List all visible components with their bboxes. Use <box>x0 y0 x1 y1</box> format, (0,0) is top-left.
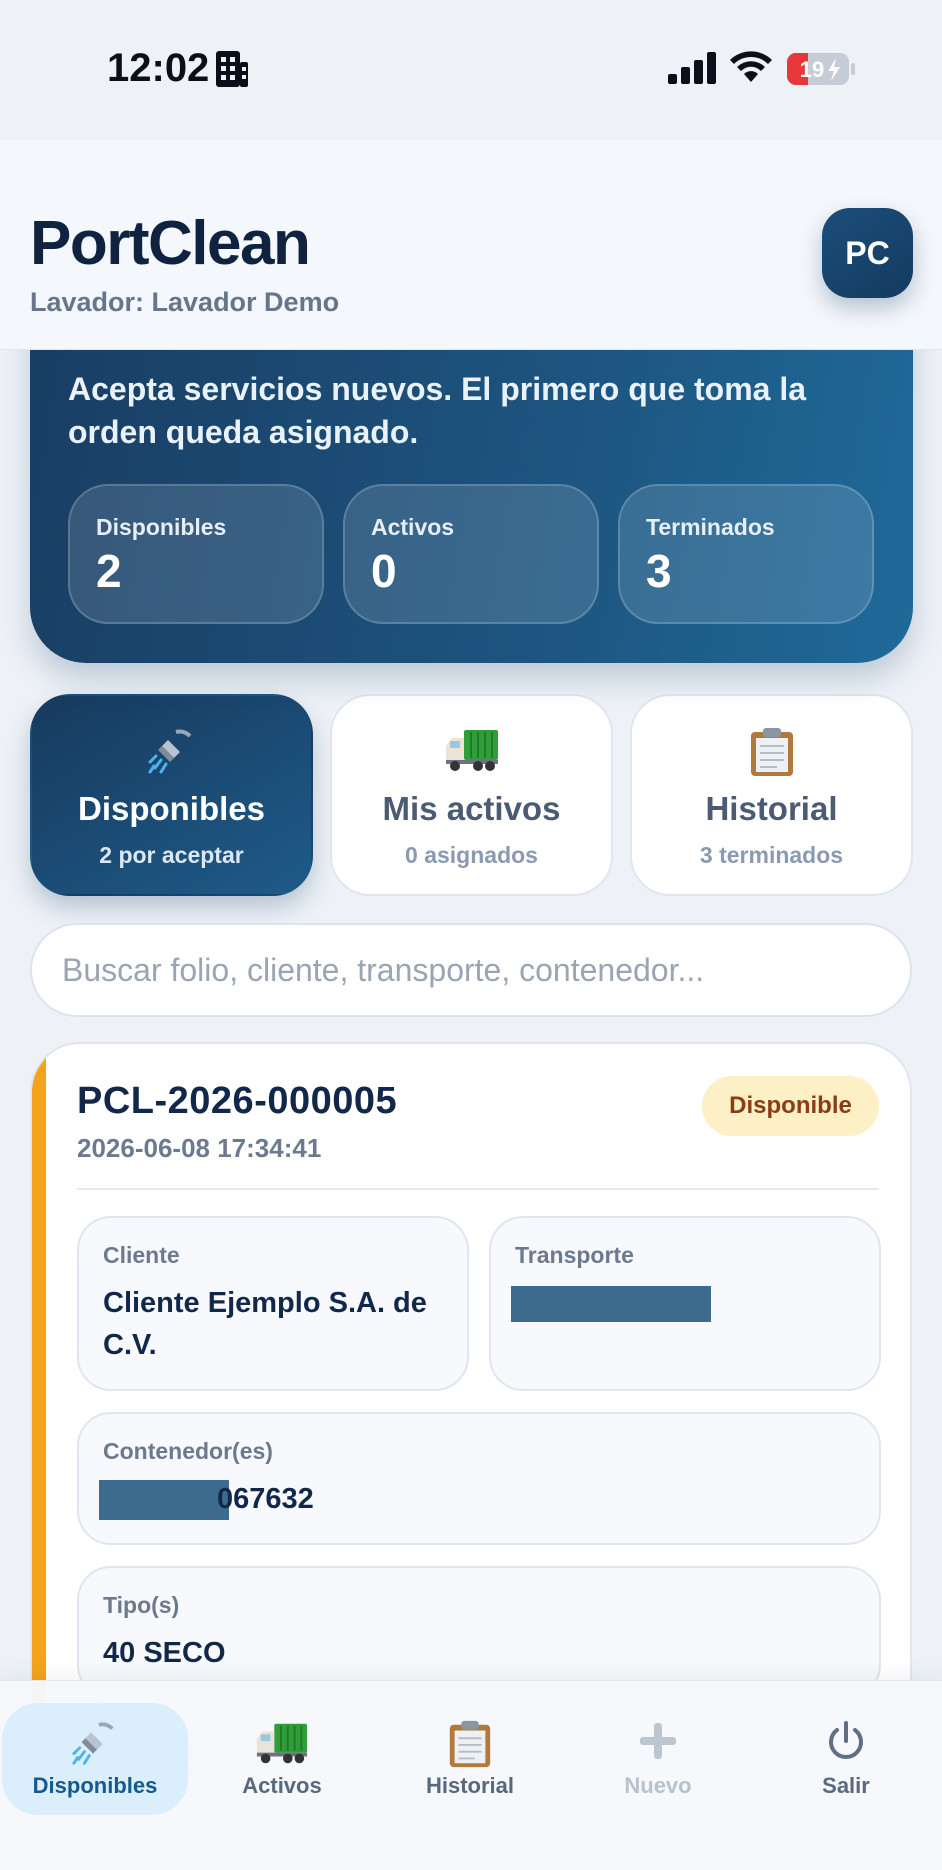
signal-icon <box>668 52 716 84</box>
shower-icon <box>148 729 191 774</box>
status-bar: 12:02 19 <box>0 0 942 140</box>
battery-icon: 19 <box>787 53 855 85</box>
order-date: 2026-06-08 17:34:41 <box>77 1133 322 1163</box>
user-subtitle: Lavador: Lavador Demo <box>30 287 340 317</box>
redacted-block <box>511 1286 711 1323</box>
nav-historial[interactable]: Historial <box>377 1703 563 1815</box>
stat-disponibles: Disponibles 2 <box>68 484 324 624</box>
status-accent-bar <box>32 1044 46 1760</box>
tab-title: Disponibles <box>77 790 266 827</box>
order-folio: PCL-2026-000005 <box>77 1080 398 1122</box>
nav-activos[interactable]: Activos <box>189 1703 375 1815</box>
stat-value: 0 <box>371 545 397 597</box>
clipboard-icon <box>449 1720 491 1768</box>
power-icon <box>829 1721 863 1759</box>
tab-subtitle: 2 por aceptar <box>99 842 244 868</box>
container-number-suffix: 067632 <box>217 1483 314 1515</box>
stat-activos: Activos 0 <box>343 484 599 624</box>
field-label: Cliente <box>103 1242 180 1268</box>
tab-subtitle: 3 terminados <box>699 842 844 868</box>
stat-terminados: Terminados 3 <box>618 484 874 624</box>
field-value: 067632 <box>99 1478 859 1521</box>
tab-title: Mis activos <box>382 790 561 827</box>
field-label: Transporte <box>515 1242 634 1268</box>
nav-nuevo[interactable]: Nuevo <box>565 1703 751 1815</box>
stat-label: Disponibles <box>96 514 227 540</box>
truck-icon <box>256 1723 308 1764</box>
divider <box>77 1188 879 1190</box>
field-value: Cliente Ejemplo S.A. de C.V. <box>103 1287 427 1361</box>
building-icon <box>216 51 248 87</box>
stat-label: Activos <box>371 514 455 540</box>
nav-label: Historial <box>425 1773 515 1798</box>
status-time: 12:02 <box>107 46 210 90</box>
field-label: Tipo(s) <box>103 1592 180 1618</box>
app-title: PortClean <box>30 209 311 278</box>
stat-label: Terminados <box>646 514 775 540</box>
nav-salir[interactable]: Salir <box>753 1703 939 1815</box>
status-badge: Disponible <box>702 1076 879 1136</box>
wifi-icon <box>730 51 772 82</box>
field-label: Contenedor(es) <box>103 1438 273 1464</box>
avatar[interactable]: PC <box>822 208 913 298</box>
shower-icon <box>72 1722 114 1765</box>
field-value: 40 SECO <box>103 1637 226 1669</box>
nav-disponibles[interactable]: Disponibles <box>2 1703 188 1815</box>
clipboard-icon <box>750 728 793 776</box>
field-value-redacted <box>511 1282 859 1324</box>
order-card[interactable]: PCL-2026-000005 2026-06-08 17:34:41 Disp… <box>30 1042 912 1762</box>
tab-disponibles[interactable]: Disponibles 2 por aceptar <box>30 694 313 896</box>
battery-level: 19 <box>800 57 824 82</box>
tab-title: Historial <box>705 790 838 827</box>
redacted-block <box>99 1480 229 1521</box>
summary-card: Acepta servicios nuevos. El primero que … <box>30 300 913 663</box>
tab-historial[interactable]: Historial 3 terminados <box>630 694 913 896</box>
nav-label: Activos <box>242 1773 322 1798</box>
plus-icon <box>640 1723 676 1759</box>
search-input[interactable] <box>30 923 912 1017</box>
nav-label: Nuevo <box>624 1773 692 1798</box>
summary-description: Acepta servicios nuevos. El primero que … <box>68 371 807 450</box>
tab-subtitle: 0 asignados <box>405 842 538 868</box>
field-contenedor: Contenedor(es) 067632 <box>77 1412 881 1545</box>
stat-value: 3 <box>646 545 672 597</box>
truck-icon <box>445 730 498 771</box>
field-transporte: Transporte <box>489 1216 881 1391</box>
stat-value: 2 <box>96 545 122 597</box>
app-header: PortClean Lavador: Lavador Demo PC <box>0 140 942 350</box>
nav-label: Disponibles <box>32 1773 158 1798</box>
field-cliente: Cliente Cliente Ejemplo S.A. de C.V. <box>77 1216 469 1391</box>
bottom-nav: Disponibles Activos Historial Nuevo Sali… <box>0 1680 942 1870</box>
tab-mis-activos[interactable]: Mis activos 0 asignados <box>330 694 613 896</box>
nav-label: Salir <box>822 1773 870 1798</box>
